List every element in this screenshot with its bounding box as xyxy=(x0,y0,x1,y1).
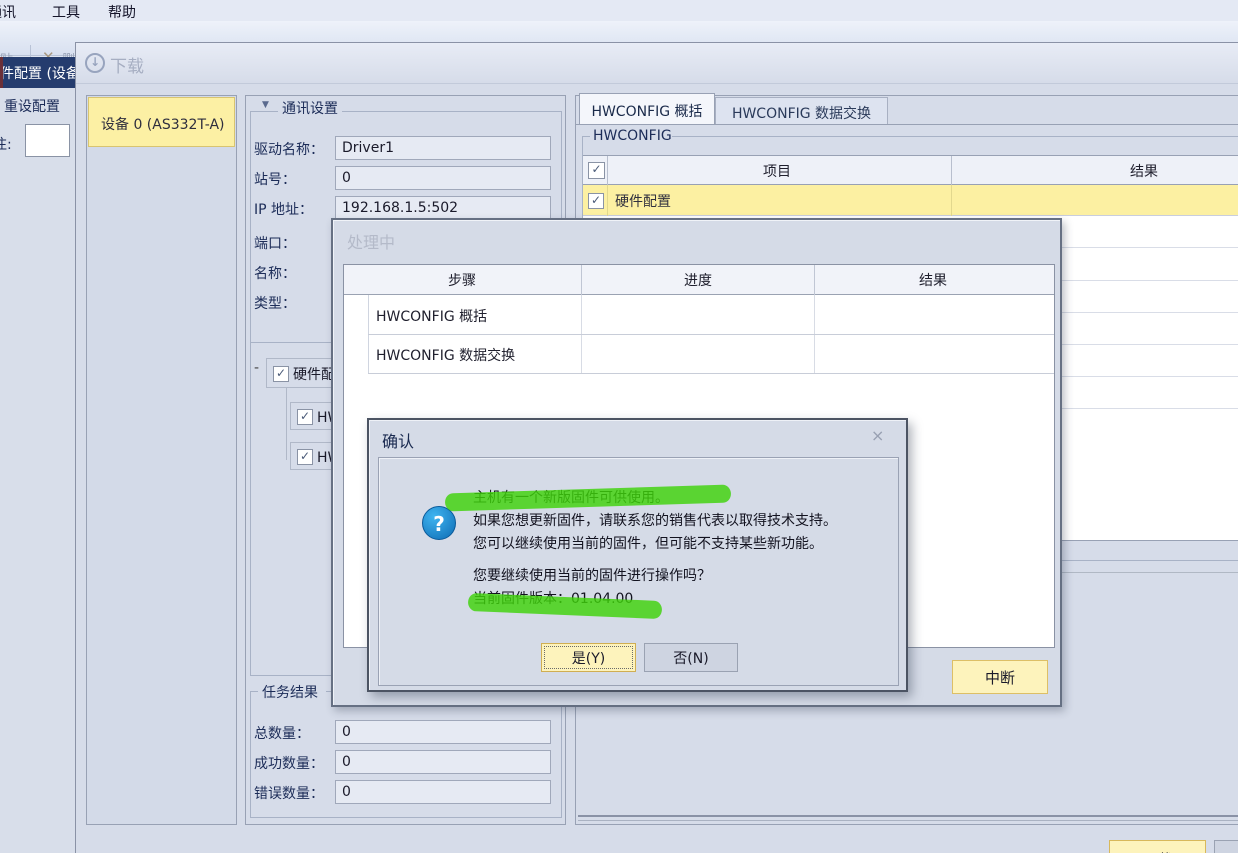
column-separator xyxy=(951,156,952,185)
header-checkbox[interactable]: ✓ xyxy=(588,162,605,179)
step-row-label: HWCONFIG 数据交换 xyxy=(376,345,515,365)
confirm-message-line: 您可以继续使用当前的固件，但可能不支持某些新功能。 xyxy=(473,535,823,554)
col-item-header[interactable]: 项目 xyxy=(763,161,791,181)
confirm-dialog-title: 确认 xyxy=(382,428,414,452)
success-count-value: 0 xyxy=(335,750,551,774)
comm-group-title: 通讯设置 xyxy=(278,98,342,118)
doc-tab-label: 硬件配置 (设备 xyxy=(0,63,75,83)
menu-bar: 通讯 工具 帮助 xyxy=(0,0,1238,21)
checkbox-child-2[interactable]: ✓ xyxy=(297,449,313,465)
doc-tab-hwconfig[interactable]: 硬件配置 (设备 xyxy=(0,57,75,88)
driver-name-input[interactable]: Driver1 xyxy=(335,136,551,160)
row-separator xyxy=(368,334,1054,335)
checkbox-child-1[interactable]: ✓ xyxy=(297,409,313,425)
col-step-header[interactable]: 步骤 xyxy=(448,270,476,290)
group-line xyxy=(250,691,258,692)
hwconfig-group-title: HWCONFIG xyxy=(593,128,672,144)
column-separator xyxy=(581,265,582,295)
ip-input[interactable]: 192.168.1.5:502 xyxy=(335,196,551,220)
column-separator xyxy=(951,185,952,216)
note-input[interactable] xyxy=(25,124,70,157)
group-line xyxy=(672,136,1238,137)
hwconfig-table-header: ✓ 项目 结果 xyxy=(583,156,1238,185)
port-label: 端口： xyxy=(254,233,296,253)
tab-hwconfig-overview[interactable]: HWCONFIG 概括 xyxy=(579,93,715,124)
download-dialog-icon: ↓ xyxy=(85,53,105,73)
device-list-item[interactable]: 设备 0 (AS332T-A) xyxy=(88,97,235,147)
confirm-message-line: 您要继续使用当前的固件进行操作吗？ xyxy=(473,567,711,586)
checkbox-root[interactable]: ✓ xyxy=(273,366,289,382)
column-separator xyxy=(607,156,608,185)
yes-button[interactable]: 是(Y) xyxy=(541,643,636,672)
left-background-panel: 重设配置 注: xyxy=(0,88,77,853)
panel-bottom-line xyxy=(578,820,1238,821)
no-button[interactable]: 否(N) xyxy=(644,643,738,672)
processing-dialog-title: 处理中 xyxy=(347,229,395,253)
station-input[interactable]: 0 xyxy=(335,166,551,190)
row-checkbox[interactable]: ✓ xyxy=(588,193,604,209)
download-dialog-titlebar[interactable]: ↓ 下载 xyxy=(76,43,1238,84)
confirm-dialog: 确认 × ? 主机有一个新版固件可供使用。 如果您想更新固件，请联系您的销售代表… xyxy=(367,418,908,692)
note-label: 注: xyxy=(0,134,12,154)
tree-expander[interactable]: - xyxy=(254,360,259,376)
total-count-label: 总数量： xyxy=(254,723,310,743)
success-count-label: 成功数量： xyxy=(254,753,324,773)
dialog-download-button[interactable]: 下载 xyxy=(1109,840,1206,853)
dialog-secondary-button[interactable] xyxy=(1214,840,1238,853)
menu-tools[interactable]: 工具 xyxy=(52,2,80,22)
panel-bottom-line xyxy=(578,815,1238,817)
confirm-message-line: 如果您想更新固件，请联系您的销售代表以取得技术支持。 xyxy=(473,512,837,531)
total-count-value: 0 xyxy=(335,720,551,744)
abort-button[interactable]: 中断 xyxy=(952,660,1048,694)
close-icon[interactable]: × xyxy=(871,426,884,445)
driver-name-label: 驱动名称： xyxy=(254,139,324,159)
collapse-arrow-icon[interactable]: ▼ xyxy=(260,100,271,110)
col-result-header[interactable]: 结果 xyxy=(919,270,947,290)
column-separator xyxy=(607,185,608,216)
col-progress-header[interactable]: 进度 xyxy=(684,270,712,290)
station-label: 站号： xyxy=(254,169,296,189)
screen: 通讯 工具 帮助 粘贴 ✕ 删除 ↑ 上载 ↓ 下载 扫描 在线模式 重设配置 … xyxy=(0,0,1238,853)
tab-underline xyxy=(576,124,1238,125)
window-edge-strip xyxy=(0,57,3,88)
menu-help[interactable]: 帮助 xyxy=(108,2,136,22)
group-line xyxy=(582,136,590,137)
download-dialog-title: 下载 xyxy=(110,52,144,77)
error-count-value: 0 xyxy=(335,780,551,804)
tab-hwconfig-data-exchange[interactable]: HWCONFIG 数据交换 xyxy=(715,97,888,124)
type-label: 类型： xyxy=(254,293,296,313)
ip-label: IP 地址： xyxy=(254,199,313,219)
row-item-label: 硬件配置 xyxy=(615,191,671,211)
name-label: 名称： xyxy=(254,263,296,283)
device-label: 设备 0 (AS332T-A) xyxy=(101,114,225,134)
column-separator xyxy=(814,265,815,295)
step-row-label: HWCONFIG 概括 xyxy=(376,306,487,326)
menu-communication[interactable]: 通讯 xyxy=(0,2,16,22)
hwconfig-row[interactable]: ✓ 硬件配置 xyxy=(583,185,1238,216)
task-result-title: 任务结果 xyxy=(262,682,318,702)
processing-table-header: 步骤 进度 结果 xyxy=(344,265,1054,295)
col-result-header[interactable]: 结果 xyxy=(1130,161,1158,181)
tree-connector xyxy=(286,388,287,460)
error-count-label: 错误数量： xyxy=(254,783,324,803)
reset-config-button[interactable]: 重设配置 xyxy=(4,96,60,116)
row-separator xyxy=(368,373,1054,374)
device-list-panel: 设备 0 (AS332T-A) xyxy=(86,95,237,825)
